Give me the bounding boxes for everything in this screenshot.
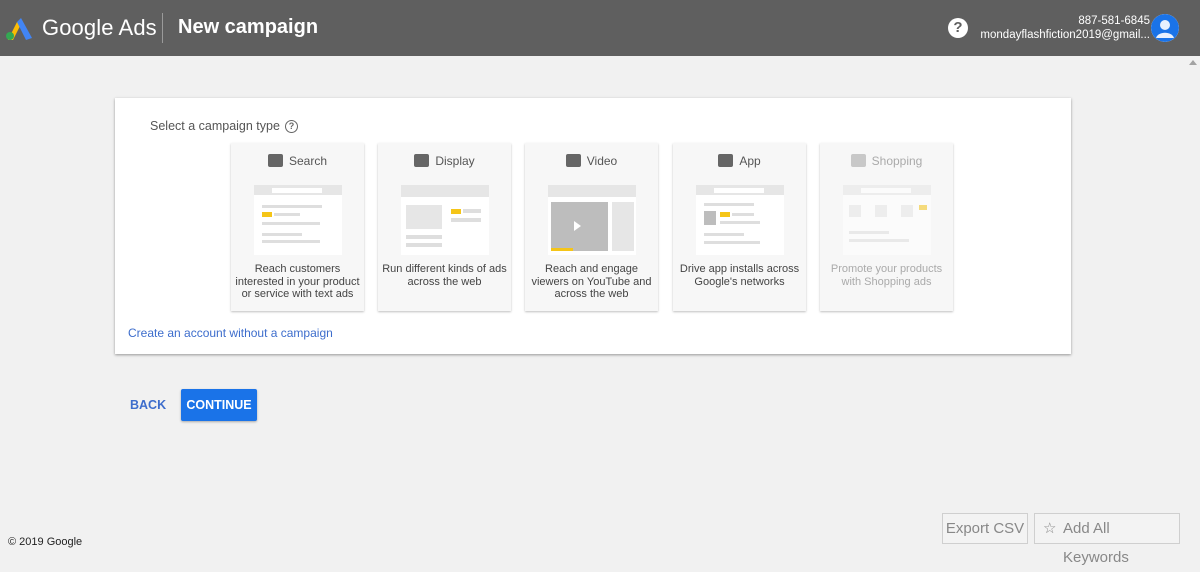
campaign-type-prompt: Select a campaign type xyxy=(150,119,280,133)
help-icon[interactable]: ? xyxy=(948,18,968,38)
account-phone: 887-581-6845 xyxy=(1078,15,1150,27)
campaign-type-description: Run different kinds of ads across the we… xyxy=(382,263,507,288)
campaign-type-header: Shopping xyxy=(820,154,953,168)
user-avatar-icon xyxy=(1151,14,1179,42)
campaign-type-label: Display xyxy=(435,154,475,168)
video-illustration xyxy=(548,185,636,255)
campaign-type-label: App xyxy=(739,154,761,168)
continue-button[interactable]: CONTINUE xyxy=(181,389,257,421)
campaign-type-description: Reach customers interested in your produ… xyxy=(235,263,360,300)
export-csv-button[interactable]: Export CSV xyxy=(942,513,1028,544)
add-all-keywords-label: Add All Keywords xyxy=(1063,520,1129,566)
campaign-type-header: App xyxy=(673,154,806,168)
campaign-type-description: Promote your products with Shopping ads xyxy=(830,263,943,288)
campaign-type-header: Video xyxy=(525,154,658,168)
campaign-type-label: Search xyxy=(288,154,328,168)
campaign-type-label: Video xyxy=(586,154,618,168)
app-illustration xyxy=(696,185,784,255)
question-icon[interactable]: ? xyxy=(285,120,298,133)
campaign-type-app[interactable]: App Drive app installs across Google's n… xyxy=(673,143,806,311)
display-icon xyxy=(414,154,430,167)
page-title: New campaign xyxy=(178,16,319,38)
back-button[interactable]: BACK xyxy=(130,398,166,412)
account-email: mondayflashfiction2019@gmail... xyxy=(980,29,1150,41)
scroll-up-arrow-icon[interactable] xyxy=(1189,60,1197,65)
scrollbar[interactable] xyxy=(1186,56,1200,555)
header-divider xyxy=(162,13,163,43)
campaign-type-shopping: Shopping Promote your products with Shop… xyxy=(820,143,953,311)
copyright: © 2019 Google xyxy=(8,536,83,548)
search-icon xyxy=(267,154,283,167)
top-bar: Google Ads New campaign ? 887-581-6845 m… xyxy=(0,0,1200,56)
create-account-without-campaign-link[interactable]: Create an account without a campaign xyxy=(128,326,333,340)
display-illustration xyxy=(401,185,489,255)
star-icon: ☆ xyxy=(1043,520,1057,537)
add-all-keywords-button[interactable]: ☆ Add All Keywords xyxy=(1034,513,1180,566)
google-ads-logo-icon[interactable] xyxy=(4,16,34,40)
campaign-type-search[interactable]: Search Reach customers interested in you… xyxy=(231,143,364,311)
campaign-type-label: Shopping xyxy=(871,154,923,168)
shopping-illustration xyxy=(843,185,931,255)
campaign-type-header: Display xyxy=(378,154,511,168)
app-icon xyxy=(718,154,734,167)
video-icon xyxy=(565,154,581,167)
campaign-type-video[interactable]: Video Reach and engage viewers on YouTub… xyxy=(525,143,658,311)
campaign-type-description: Reach and engage viewers on YouTube and … xyxy=(531,263,652,300)
avatar[interactable] xyxy=(1151,14,1179,42)
campaign-type-description: Drive app installs across Google's netwo… xyxy=(679,263,800,288)
account-info[interactable]: 887-581-6845 mondayflashfiction2019@gmai… xyxy=(980,14,1150,42)
brand-name[interactable]: Google Ads xyxy=(42,15,157,41)
campaign-type-card: Select a campaign type ? Search Reach cu… xyxy=(115,98,1071,354)
search-illustration xyxy=(254,185,342,255)
campaign-type-display[interactable]: Display Run different kinds of ads acros… xyxy=(378,143,511,311)
campaign-type-header: Search xyxy=(231,154,364,168)
shopping-icon xyxy=(850,154,866,167)
